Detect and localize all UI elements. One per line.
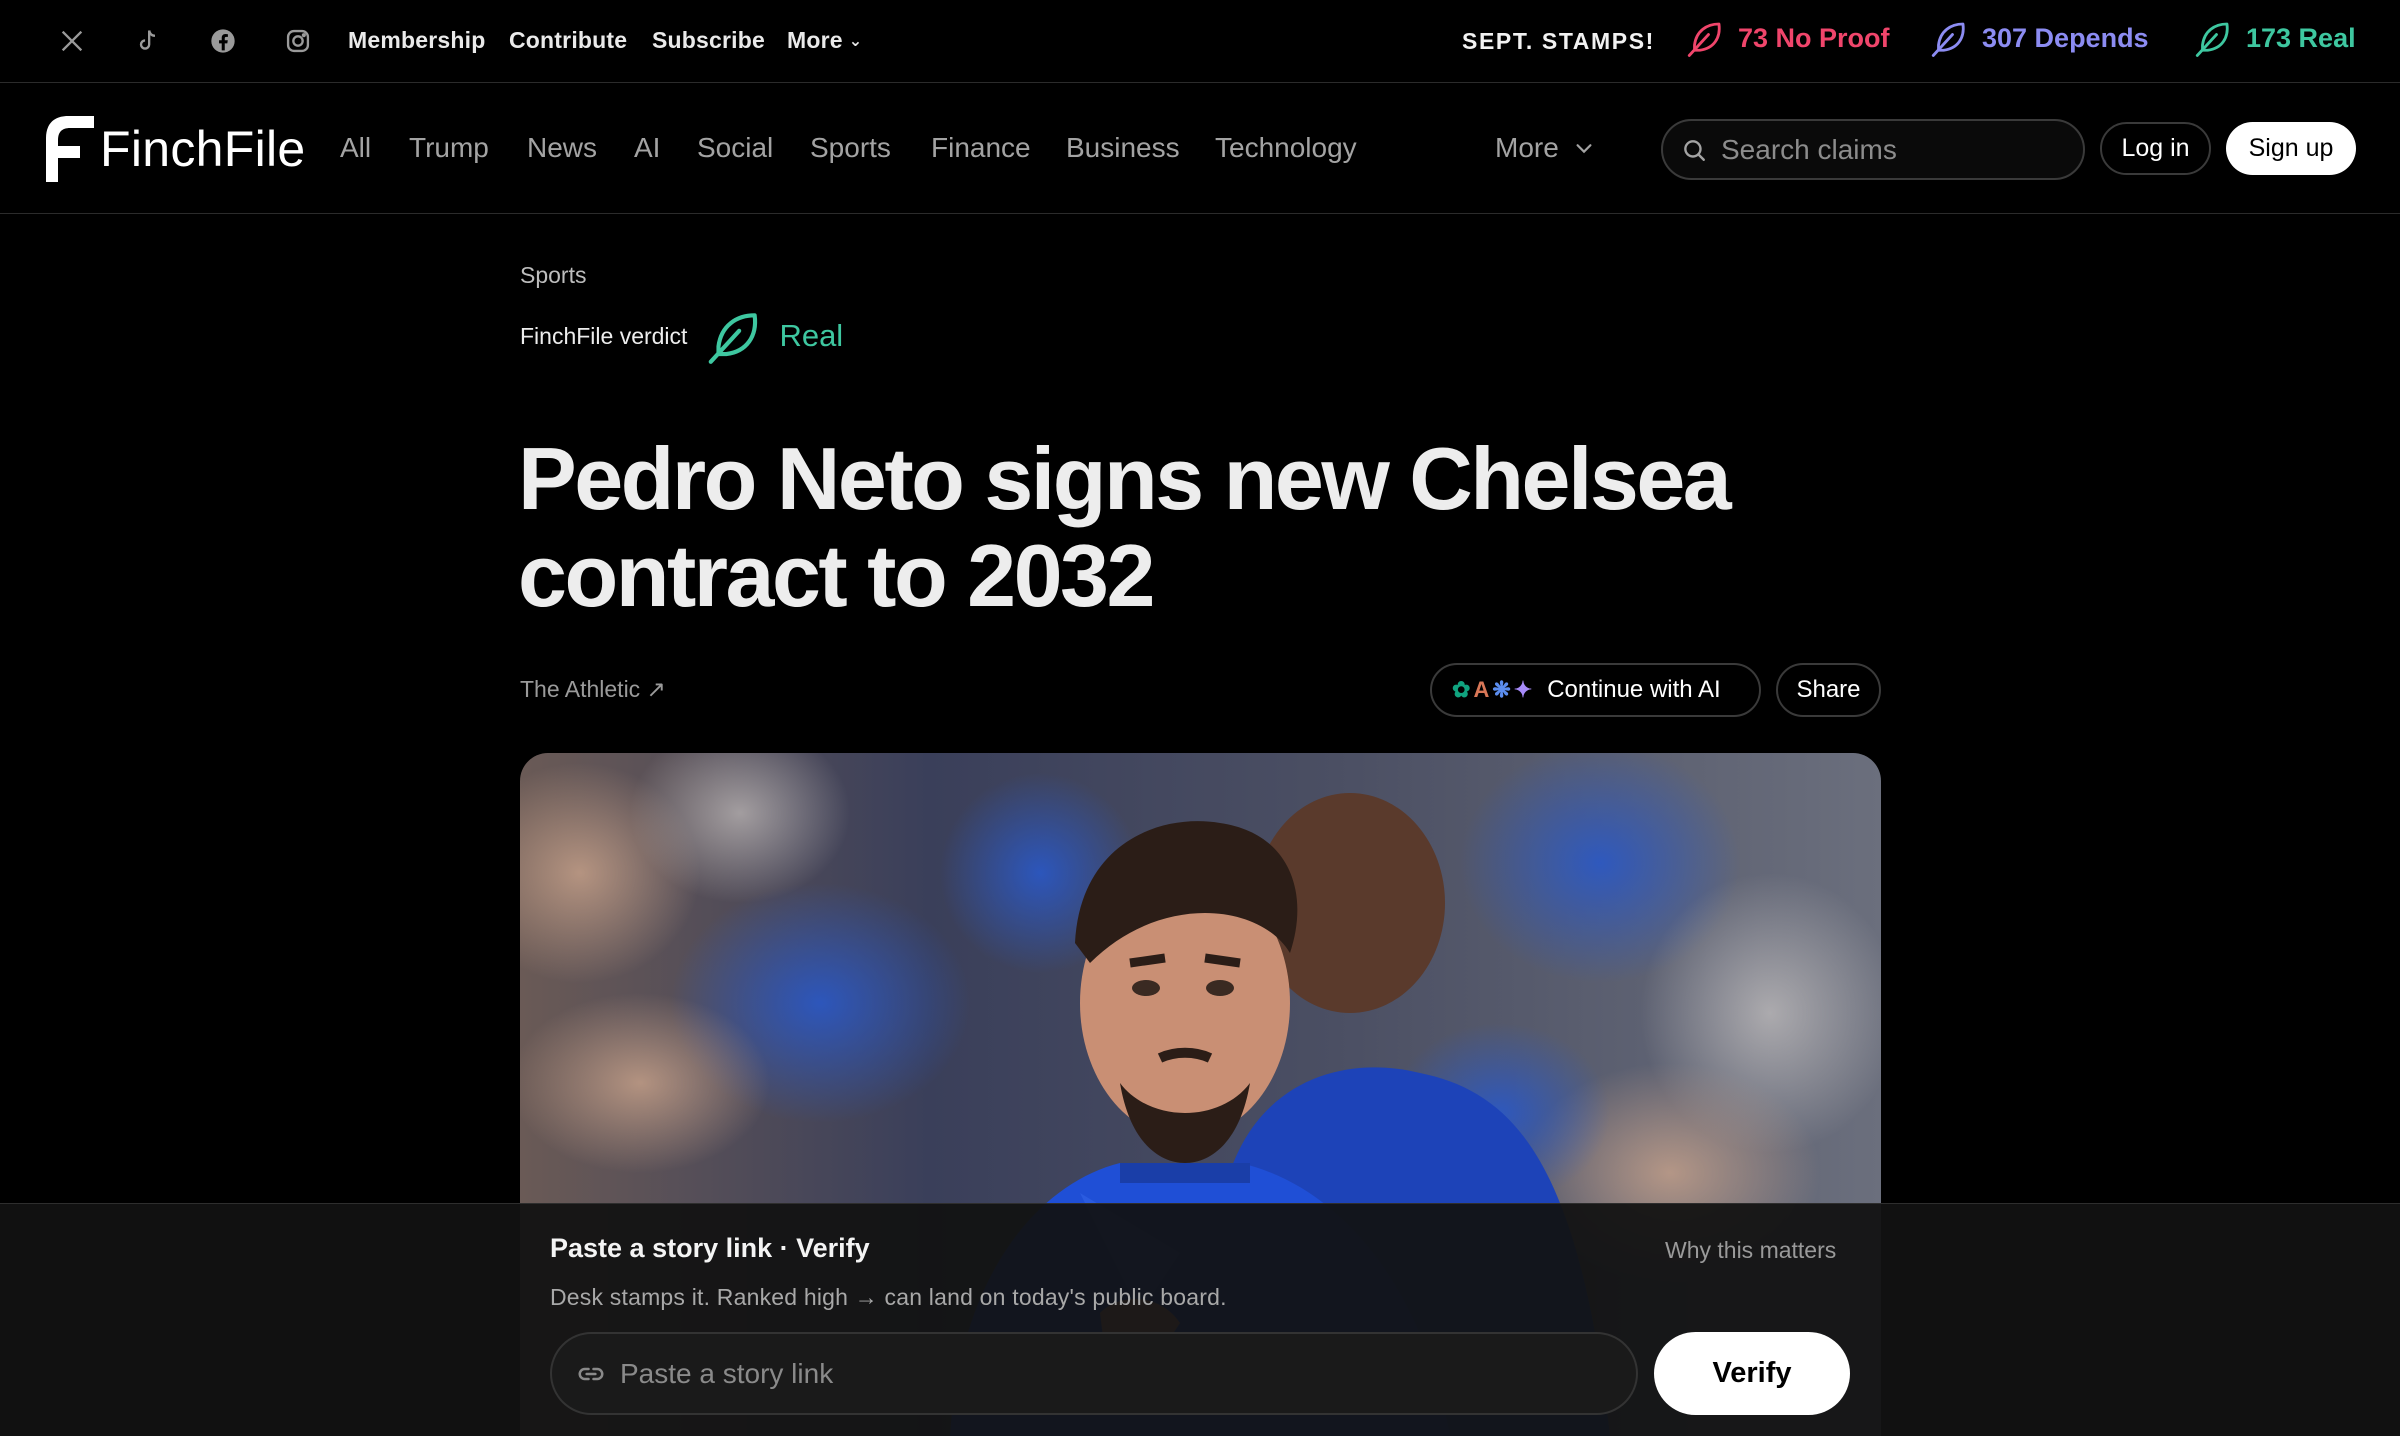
nav-item-ai[interactable]: AI	[634, 132, 660, 164]
nav-more-label: More	[1495, 132, 1559, 163]
tiktok-icon[interactable]	[131, 24, 165, 58]
verdict-value: Real	[779, 318, 844, 353]
why-this-matters-link[interactable]: Why this matters	[1665, 1237, 1836, 1264]
finchfile-logo-icon	[46, 116, 94, 182]
nav-item-trump[interactable]: Trump	[409, 132, 489, 164]
feather-icon	[2195, 22, 2229, 57]
stamp-depends-label: 307 Depends	[1982, 22, 2149, 53]
ai-provider-icons: ✿ A ❋ ✦	[1452, 677, 1535, 703]
link-icon	[578, 1367, 604, 1380]
chevron-down-icon: ⌄	[848, 33, 863, 50]
stamps-title: SEPT. STAMPS!	[1462, 28, 1655, 54]
stamp-depends[interactable]: 307 Depends	[1928, 18, 2149, 58]
gemini-icon: ✦	[1513, 677, 1533, 702]
story-link-field[interactable]	[550, 1332, 1638, 1415]
story-link-input[interactable]	[620, 1357, 1600, 1390]
verdict-label: FinchFile verdict	[520, 322, 688, 349]
verify-panel-subtitle: Desk stamps it. Ranked high → can land o…	[550, 1284, 1227, 1310]
share-button[interactable]: Share	[1776, 663, 1881, 717]
nav-item-social[interactable]: Social	[697, 132, 773, 164]
subscribe-link[interactable]: Subscribe	[652, 27, 765, 54]
logo-text: FinchFile	[100, 121, 306, 177]
continue-with-ai-button[interactable]: ✿ A ❋ ✦ Continue with AI	[1430, 663, 1761, 717]
nav-more-menu[interactable]: More	[1495, 132, 1595, 164]
nav-item-news[interactable]: News	[527, 132, 597, 164]
top-more-label: More	[787, 27, 843, 53]
finchfile-logo[interactable]: FinchFile	[46, 116, 306, 182]
verdict-row: FinchFile verdict Real	[520, 304, 843, 368]
nav-item-finance[interactable]: Finance	[931, 132, 1031, 164]
verify-panel-title: Paste a story link · Verify	[550, 1233, 870, 1263]
verify-button[interactable]: Verify	[1654, 1332, 1850, 1415]
verify-panel: Paste a story link · Verify Why this mat…	[0, 1203, 2400, 1436]
top-more-menu[interactable]: More ⌄	[787, 27, 862, 54]
x-icon[interactable]	[55, 24, 89, 58]
nav-item-all[interactable]: All	[340, 132, 371, 164]
contribute-link[interactable]: Contribute	[509, 27, 627, 54]
search-box[interactable]	[1661, 119, 2085, 180]
top-utility-bar: Membership Contribute Subscribe More ⌄ SE…	[0, 0, 2400, 83]
search-input[interactable]	[1721, 133, 2061, 166]
openai-icon: ✿	[1452, 677, 1471, 702]
signup-button[interactable]: Sign up	[2226, 122, 2356, 175]
stamp-no-proof[interactable]: 73 No Proof	[1684, 18, 1890, 58]
login-button[interactable]: Log in	[2100, 122, 2211, 175]
nav-item-sports[interactable]: Sports	[810, 132, 891, 164]
chevron-down-icon	[1576, 144, 1592, 154]
anthropic-icon: A	[1473, 677, 1490, 702]
continue-with-ai-label: Continue with AI	[1547, 676, 1721, 703]
stamp-real-label: 173 Real	[2246, 22, 2356, 53]
feather-icon	[709, 313, 758, 364]
article-title: Pedro Neto signs new Chelsea contract to…	[518, 429, 1732, 625]
perplexity-icon: ❋	[1492, 677, 1511, 702]
nav-item-technology[interactable]: Technology	[1215, 132, 1357, 164]
nav-item-business[interactable]: Business	[1066, 132, 1180, 164]
facebook-icon[interactable]	[206, 24, 240, 58]
feather-icon	[1931, 22, 1965, 57]
membership-link[interactable]: Membership	[348, 27, 485, 54]
search-icon	[1684, 139, 1705, 161]
stamp-no-proof-label: 73 No Proof	[1738, 22, 1890, 53]
feather-icon	[1687, 22, 1721, 57]
source-link[interactable]: The Athletic ↗	[520, 676, 666, 703]
stamp-real[interactable]: 173 Real	[2192, 18, 2356, 58]
category-breadcrumb[interactable]: Sports	[520, 262, 586, 289]
main-nav: FinchFile All Trump News AI Social Sport…	[0, 84, 2400, 214]
instagram-icon[interactable]	[281, 24, 315, 58]
